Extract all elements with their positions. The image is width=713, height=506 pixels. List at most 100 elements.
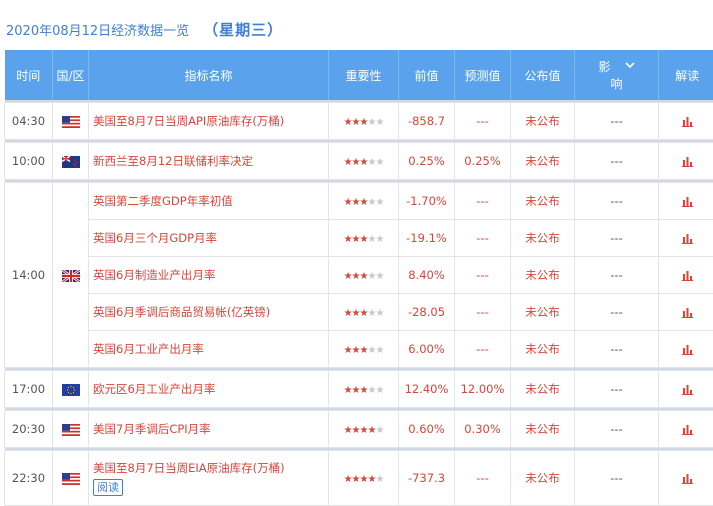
impact-value: --- [575,371,659,408]
indicator-name[interactable]: 英国6月工业产出月率 [89,331,329,368]
economic-calendar-table: 时间 国/区 指标名称 重要性 前值 预测值 公布值 影 响 解读 04:30美… [4,50,713,506]
indicator-name[interactable]: 欧元区6月工业产出月率 [89,371,329,408]
star-filled-icon: ★ [352,385,360,396]
actual-value: 未公布 [511,103,575,140]
chevron-down-icon[interactable] [625,58,635,72]
star-filled-icon: ★ [344,117,352,128]
indicator-link[interactable]: 英国6月三个月GDP月率 [93,231,217,245]
table-row[interactable]: 22:30美国至8月7日当周EIA原油库存(万桶)阅读★★★★★-737.3--… [5,451,713,506]
star-empty-icon: ★ [375,385,383,396]
indicator-name[interactable]: 英国6月制造业产出月率 [89,257,329,294]
table-row[interactable]: 英国6月工业产出月率★★★★★6.00%---未公布--- [5,331,713,368]
indicator-link[interactable]: 英国6月季调后商品贸易帐(亿英镑) [93,305,270,319]
interpret-cell[interactable] [659,371,713,408]
col-forecast: 预测值 [455,50,511,100]
impact-label-top: 影 [598,60,610,74]
nz-flag-icon [62,154,80,168]
actual-value: 未公布 [511,257,575,294]
bar-chart-icon[interactable] [682,154,693,168]
indicator-name[interactable]: 英国6月季调后商品贸易帐(亿英镑) [89,294,329,331]
table-row[interactable]: 英国6月季调后商品贸易帐(亿英镑)★★★★★-28.05---未公布--- [5,294,713,331]
interpret-cell[interactable] [659,103,713,140]
indicator-link[interactable]: 美国至8月7日当周API原油库存(万桶) [93,114,284,128]
importance-cell: ★★★★★ [329,451,399,506]
interpret-cell[interactable] [659,143,713,180]
country-flag [53,103,89,140]
star-filled-icon: ★ [352,271,360,282]
impact-value: --- [575,220,659,257]
actual-value: 未公布 [511,183,575,220]
bar-chart-icon[interactable] [682,305,693,319]
previous-value: 0.25% [399,143,455,180]
actual-value: 未公布 [511,143,575,180]
importance-cell: ★★★★★ [329,371,399,408]
indicator-name[interactable]: 英国第二季度GDP年率初值 [89,183,329,220]
col-impact[interactable]: 影 响 [575,50,659,100]
table-row[interactable]: 10:00新西兰至8月12日联储利率决定★★★★★0.25%0.25%未公布--… [5,143,713,180]
col-country: 国/区 [53,50,89,100]
table-row[interactable]: 英国6月制造业产出月率★★★★★8.40%---未公布--- [5,257,713,294]
table-row[interactable]: 17:00欧元区6月工业产出月率★★★★★12.40%12.00%未公布--- [5,371,713,408]
importance-stars: ★★★★★ [344,345,384,356]
table-row[interactable]: 20:30美国7月季调后CPI月率★★★★★0.60%0.30%未公布--- [5,411,713,448]
us-flag-icon [62,422,80,436]
indicator-link[interactable]: 美国至8月7日当周EIA原油库存(万桶) [93,461,285,475]
indicator-link[interactable]: 新西兰至8月12日联储利率决定 [93,154,253,168]
indicator-name[interactable]: 英国6月三个月GDP月率 [89,220,329,257]
indicator-name[interactable]: 美国至8月7日当周EIA原油库存(万桶) 阅读 [89,451,329,506]
interpret-cell[interactable] [659,411,713,448]
bar-chart-icon[interactable] [682,231,693,245]
bar-chart-icon[interactable] [682,471,693,485]
event-time: 10:00 [5,143,53,180]
interpret-cell[interactable] [659,451,713,506]
interpret-cell[interactable] [659,183,713,220]
star-filled-icon: ★ [344,197,352,208]
bar-chart-icon[interactable] [682,114,693,128]
star-filled-icon: ★ [352,157,360,168]
importance-cell: ★★★★★ [329,257,399,294]
indicator-link[interactable]: 欧元区6月工业产出月率 [93,382,215,396]
forecast-value: --- [455,103,511,140]
table-header: 时间 国/区 指标名称 重要性 前值 预测值 公布值 影 响 解读 [5,50,713,100]
col-importance: 重要性 [329,50,399,100]
indicator-link[interactable]: 英国6月制造业产出月率 [93,268,215,282]
event-time: 20:30 [5,411,53,448]
interpret-cell[interactable] [659,294,713,331]
indicator-link[interactable]: 美国7月季调后CPI月率 [93,422,211,436]
table-row[interactable]: 04:30美国至8月7日当周API原油库存(万桶)★★★★★-858.7---未… [5,103,713,140]
indicator-name[interactable]: 美国7月季调后CPI月率 [89,411,329,448]
bar-chart-icon[interactable] [682,382,693,396]
importance-cell: ★★★★★ [329,143,399,180]
bar-chart-icon[interactable] [682,342,693,356]
bar-chart-icon[interactable] [682,422,693,436]
importance-stars: ★★★★★ [344,197,384,208]
star-empty-icon: ★ [375,197,383,208]
table-row[interactable]: 14:00英国第二季度GDP年率初值★★★★★-1.70%---未公布--- [5,183,713,220]
col-previous: 前值 [399,50,455,100]
star-empty-icon: ★ [375,234,383,245]
actual-value: 未公布 [511,220,575,257]
star-filled-icon: ★ [344,157,352,168]
importance-stars: ★★★★★ [344,271,384,282]
importance-cell: ★★★★★ [329,103,399,140]
forecast-value: --- [455,331,511,368]
impact-label-bottom: 响 [610,75,622,92]
interpret-cell[interactable] [659,331,713,368]
interpret-cell[interactable] [659,220,713,257]
previous-value: -19.1% [399,220,455,257]
impact-value: --- [575,411,659,448]
country-flag [53,143,89,180]
bar-chart-icon[interactable] [682,268,693,282]
indicator-link[interactable]: 英国6月工业产出月率 [93,342,204,356]
star-filled-icon: ★ [352,308,360,319]
importance-cell: ★★★★★ [329,331,399,368]
indicator-name[interactable]: 新西兰至8月12日联储利率决定 [89,143,329,180]
importance-stars: ★★★★★ [344,425,384,436]
interpret-cell[interactable] [659,257,713,294]
bar-chart-icon[interactable] [682,194,693,208]
star-empty-icon: ★ [375,474,383,485]
read-tag-button[interactable]: 阅读 [93,479,123,496]
indicator-link[interactable]: 英国第二季度GDP年率初值 [93,194,233,208]
table-row[interactable]: 英国6月三个月GDP月率★★★★★-19.1%---未公布--- [5,220,713,257]
indicator-name[interactable]: 美国至8月7日当周API原油库存(万桶) [89,103,329,140]
